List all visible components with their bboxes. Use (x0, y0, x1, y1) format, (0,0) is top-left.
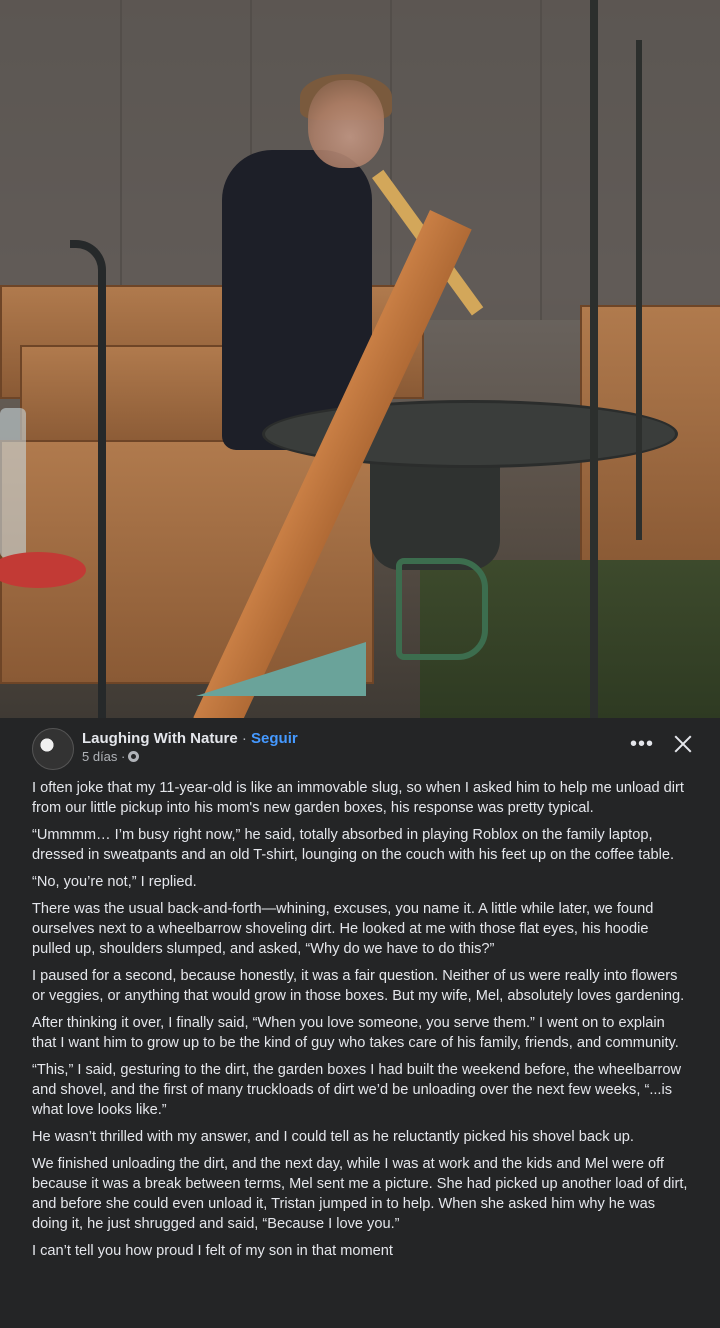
ellipsis-icon[interactable]: ••• (630, 734, 654, 754)
post-paragraph: “This,” I said, gesturing to the dirt, t… (32, 1062, 681, 1118)
post-header: Laughing With Nature · Seguir 5 días · •… (32, 728, 688, 778)
post-meta: Laughing With Nature · Seguir 5 días · (82, 728, 298, 765)
page-name[interactable]: Laughing With Nature (82, 730, 238, 747)
post-paragraph: He wasn’t thrilled with my answer, and I… (32, 1129, 634, 1145)
close-icon[interactable] (674, 735, 692, 753)
post-paragraph: I can’t tell you how proud I felt of my … (32, 1243, 393, 1259)
gear-icon (128, 751, 140, 762)
post-paragraph: “No, you’re not,” I replied. (32, 874, 197, 890)
wheelbarrow-body (370, 450, 500, 570)
garden-box (20, 345, 244, 449)
post-paragraph: We finished unloading the dirt, and the … (32, 1156, 688, 1232)
post-paragraph: “Ummmm… I’m busy right now,” he said, to… (32, 827, 675, 863)
post: Laughing With Nature · Seguir 5 días · •… (0, 718, 720, 1261)
name-row: Laughing With Nature · Seguir (82, 729, 298, 748)
post-paragraph: There was the usual back-and-forth—whini… (32, 901, 654, 957)
post-time[interactable]: 5 días · (82, 748, 125, 765)
follow-button[interactable]: Seguir (251, 730, 298, 747)
post-photo[interactable] (0, 0, 720, 718)
separator: · (241, 730, 247, 747)
page-avatar[interactable] (32, 728, 74, 770)
feeder-bottle (0, 408, 26, 558)
post-subline: 5 días · (82, 748, 298, 765)
post-paragraph: I often joke that my 11-year-old is like… (32, 780, 684, 816)
child-head (308, 80, 384, 168)
bucket (396, 558, 488, 660)
pole (636, 40, 642, 540)
post-text: I often joke that my 11-year-old is like… (32, 778, 688, 1261)
post-paragraph: I paused for a second, because honestly,… (32, 968, 685, 1004)
pole (590, 0, 598, 718)
metal-bracket (196, 642, 366, 696)
feeder-hook (70, 240, 106, 718)
post-paragraph: After thinking it over, I finally said, … (32, 1015, 679, 1051)
fence (540, 0, 720, 320)
post-actions: ••• (630, 734, 692, 754)
